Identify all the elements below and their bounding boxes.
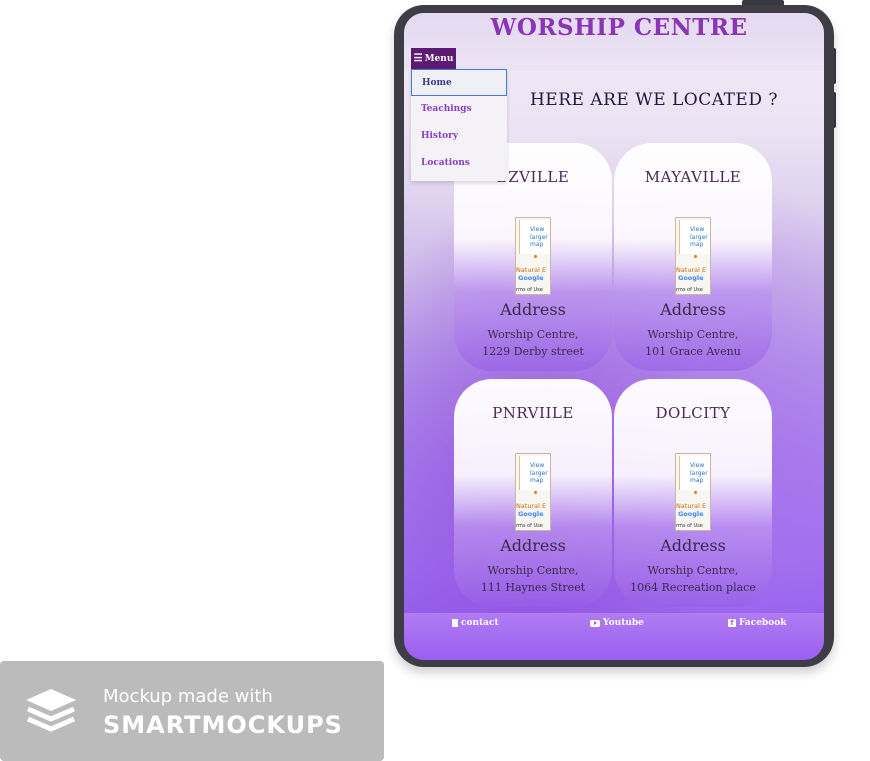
menu-item-teachings[interactable]: Teachings bbox=[411, 96, 507, 123]
site-header: WORSHIP CENTRE ☰ Menu bbox=[404, 13, 824, 71]
section-title: HERE ARE WE LOCATED ? bbox=[529, 90, 778, 110]
badge-brand: SMARTMOCKUPS bbox=[103, 711, 343, 739]
address-line: 111 Haynes Street bbox=[480, 581, 586, 594]
view-larger-map-link[interactable]: View larger map bbox=[690, 462, 710, 485]
document-icon bbox=[452, 619, 458, 627]
hamburger-icon: ☰ bbox=[413, 53, 423, 64]
site-footer: contact Youtube f Facebook bbox=[404, 613, 824, 660]
facebook-label: Facebook bbox=[739, 618, 787, 628]
view-larger-map-link[interactable]: View larger map bbox=[530, 462, 550, 485]
badge-caption: Mockup made with bbox=[103, 686, 273, 707]
map-place-label: Natural E bbox=[676, 266, 707, 274]
map-terms-link[interactable]: rms of Use bbox=[516, 523, 543, 529]
menu-dropdown: Home Teachings History Locations bbox=[411, 69, 507, 181]
map-thumbnail[interactable]: View larger map Natural E Google rms of … bbox=[675, 453, 711, 531]
map-pin-icon bbox=[694, 255, 697, 258]
google-logo: Google bbox=[518, 510, 544, 518]
site-title: WORSHIP CENTRE bbox=[490, 14, 748, 41]
map-thumbnail[interactable]: View larger map Natural E Google rms of … bbox=[515, 217, 551, 295]
menu-item-history[interactable]: History bbox=[411, 123, 507, 150]
map-pin-icon bbox=[534, 491, 537, 494]
map-thumbnail[interactable]: View larger map Natural E Google rms of … bbox=[515, 453, 551, 531]
google-logo: Google bbox=[518, 274, 544, 282]
tablet-screen: WORSHIP CENTRE ☰ Menu Home Teachings His… bbox=[404, 13, 824, 660]
address-line: Worship Centre, bbox=[647, 328, 739, 341]
menu-item-home[interactable]: Home bbox=[411, 69, 507, 96]
contact-label: contact bbox=[461, 618, 499, 628]
address-line: Worship Centre, bbox=[647, 564, 739, 577]
facebook-link[interactable]: f Facebook bbox=[728, 618, 786, 628]
address-heading: Address bbox=[660, 536, 726, 555]
view-larger-map-link[interactable]: View larger map bbox=[530, 226, 550, 249]
facebook-icon: f bbox=[728, 619, 736, 627]
smartmockups-badge: Mockup made with SMARTMOCKUPS bbox=[0, 661, 384, 761]
map-terms-link[interactable]: rms of Use bbox=[676, 523, 703, 529]
map-thumbnail[interactable]: View larger map Natural E Google rms of … bbox=[675, 217, 711, 295]
map-terms-link[interactable]: rms of Use bbox=[516, 287, 543, 293]
location-city: MAYAVILLE bbox=[644, 168, 742, 186]
contact-link[interactable]: contact bbox=[452, 618, 499, 628]
address-heading: Address bbox=[500, 300, 566, 319]
location-card: MAYAVILLE View larger map Natural E Goog… bbox=[614, 143, 772, 371]
youtube-label: Youtube bbox=[603, 618, 644, 628]
layers-icon bbox=[26, 689, 76, 732]
address-line: 1229 Derby street bbox=[482, 345, 584, 358]
location-card: PNRVIILE View larger map Natural E Googl… bbox=[454, 379, 612, 607]
map-place-label: Natural E bbox=[516, 502, 547, 510]
map-place-label: Natural E bbox=[516, 266, 547, 274]
view-larger-map-link[interactable]: View larger map bbox=[690, 226, 710, 249]
location-city: PNRVIILE bbox=[492, 404, 574, 422]
menu-button-label: Menu bbox=[424, 53, 454, 64]
address-heading: Address bbox=[500, 536, 566, 555]
google-logo: Google bbox=[678, 274, 704, 282]
address-line: Worship Centre, bbox=[487, 564, 579, 577]
address-line: 101 Grace Avenu bbox=[645, 345, 741, 358]
address-line: 1064 Recreation place bbox=[630, 581, 756, 594]
address-line: Worship Centre, bbox=[487, 328, 579, 341]
youtube-link[interactable]: Youtube bbox=[590, 618, 644, 628]
menu-button[interactable]: ☰ Menu bbox=[411, 48, 456, 69]
map-terms-link[interactable]: rms of Use bbox=[676, 287, 703, 293]
location-city: DOLCITY bbox=[655, 404, 731, 422]
google-logo: Google bbox=[678, 510, 704, 518]
map-pin-icon bbox=[694, 491, 697, 494]
youtube-icon bbox=[590, 619, 600, 627]
menu-item-locations[interactable]: Locations bbox=[411, 150, 507, 177]
address-heading: Address bbox=[660, 300, 726, 319]
location-card: DOLCITY View larger map Natural E Google… bbox=[614, 379, 772, 607]
map-place-label: Natural E bbox=[676, 502, 707, 510]
map-pin-icon bbox=[534, 255, 537, 258]
